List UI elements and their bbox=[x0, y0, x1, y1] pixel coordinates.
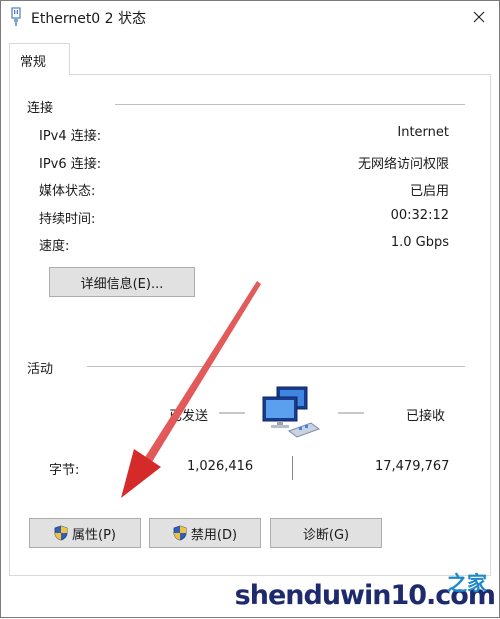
network-status-window: Ethernet0 2 状态 常规 连接 IPv4 连接: Internet I… bbox=[0, 0, 500, 618]
received-dash bbox=[338, 412, 364, 414]
ipv4-value: Internet bbox=[397, 125, 449, 140]
activity-divider bbox=[292, 456, 293, 480]
media-state-value: 已启用 bbox=[409, 184, 449, 199]
duration-label: 持续时间: bbox=[39, 212, 96, 227]
watermark-overlay-text: 之家 bbox=[447, 571, 487, 595]
bytes-label: 字节: bbox=[49, 463, 80, 478]
disable-button[interactable]: 禁用(D) bbox=[149, 518, 261, 548]
received-label: 已接收 bbox=[406, 409, 446, 424]
activity-group-line bbox=[87, 366, 465, 367]
disable-button-label: 禁用(D) bbox=[190, 527, 238, 543]
properties-button-label: 属性(P) bbox=[72, 527, 116, 543]
ipv4-label: IPv4 连接: bbox=[39, 129, 102, 144]
shield-icon bbox=[173, 525, 187, 541]
shield-icon bbox=[54, 525, 68, 541]
connection-group-line bbox=[115, 104, 465, 105]
duration-value: 00:32:12 bbox=[390, 208, 449, 223]
network-computers-icon bbox=[259, 383, 323, 447]
content-panel bbox=[9, 74, 491, 576]
close-icon bbox=[473, 8, 485, 27]
diagnose-button[interactable]: 诊断(G) bbox=[270, 518, 382, 548]
ipv6-label: IPv6 连接: bbox=[39, 157, 102, 172]
details-button[interactable]: 详细信息(E)... bbox=[49, 267, 195, 297]
title-bar[interactable]: Ethernet0 2 状态 bbox=[1, 1, 499, 33]
speed-value: 1.0 Gbps bbox=[390, 235, 449, 250]
tab-strip: 常规 bbox=[9, 43, 491, 75]
tab-general[interactable]: 常规 bbox=[9, 43, 70, 75]
media-state-label: 媒体状态: bbox=[39, 184, 96, 199]
properties-button[interactable]: 属性(P) bbox=[29, 518, 141, 548]
window-title: Ethernet0 2 状态 bbox=[31, 11, 147, 27]
connection-group-title: 连接 bbox=[27, 97, 60, 116]
network-adapter-icon bbox=[9, 7, 23, 31]
activity-group-title: 活动 bbox=[27, 358, 60, 377]
speed-label: 速度: bbox=[39, 239, 70, 254]
sent-label: 已发送 bbox=[169, 409, 209, 424]
ipv6-value: 无网络访问权限 bbox=[357, 157, 449, 172]
close-button[interactable] bbox=[459, 1, 499, 33]
sent-dash bbox=[219, 412, 245, 414]
bytes-received-value: 17,479,767 bbox=[375, 459, 450, 474]
bytes-sent-value: 1,026,416 bbox=[187, 459, 254, 474]
